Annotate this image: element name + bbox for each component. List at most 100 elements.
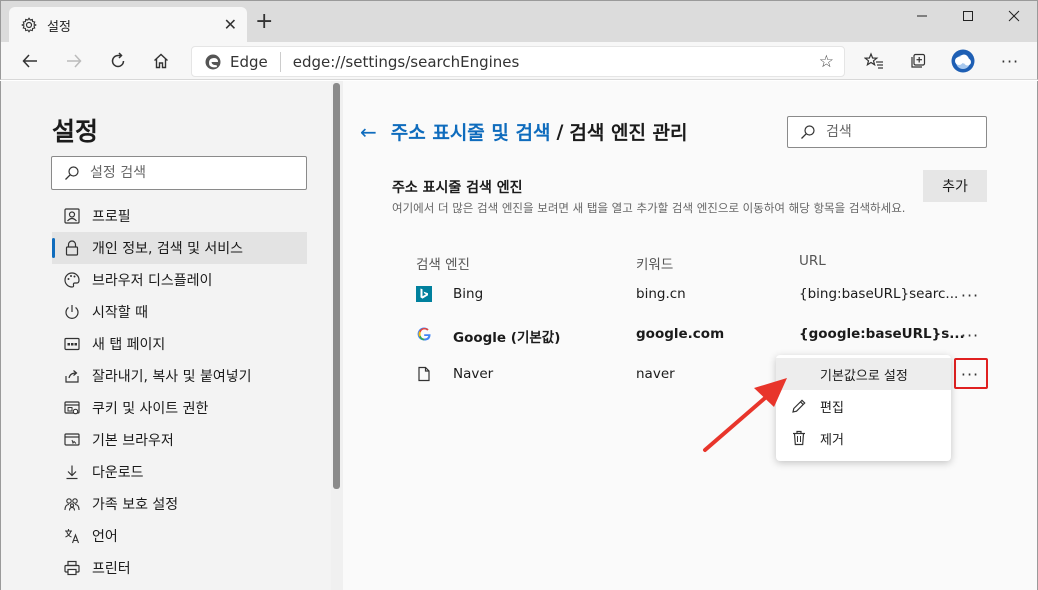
page-title: 검색 엔진 관리 — [569, 122, 688, 144]
sidebar-item-label: 다운로드 — [92, 465, 144, 481]
document-icon — [416, 366, 432, 382]
printer-icon — [62, 558, 82, 578]
pencil-icon — [790, 397, 808, 415]
refresh-button[interactable] — [103, 46, 133, 76]
sidebar-item-label: 브라우저 디스플레이 — [92, 273, 213, 289]
settings-search-box[interactable] — [51, 156, 307, 190]
engine-url: {bing:baseURL}searc... — [799, 286, 959, 302]
search-icon — [64, 165, 80, 181]
language-icon — [62, 526, 82, 546]
page-search-input[interactable] — [826, 124, 976, 140]
sidebar-item-label: 잘라내기, 복사 및 붙여넣기 — [92, 369, 252, 385]
search-icon — [800, 124, 816, 140]
more-options-button[interactable]: ··· — [955, 323, 985, 347]
collections-icon[interactable] — [903, 46, 933, 76]
menu-item-label: 편집 — [820, 400, 844, 416]
more-options-button[interactable]: ··· — [955, 283, 985, 307]
sidebar-item-on-startup[interactable]: 시작할 때 — [52, 296, 307, 328]
site-permissions-icon — [62, 398, 82, 418]
annotation-highlight-box — [954, 358, 988, 389]
sidebar-item-label: 기본 브라우저 — [92, 433, 174, 449]
breadcrumb-parent-link[interactable]: 주소 표시줄 및 검색 — [391, 118, 551, 145]
column-header-keyword: 키워드 — [636, 257, 674, 273]
sidebar-item-share-copy-paste[interactable]: 잘라내기, 복사 및 붙여넣기 — [52, 360, 307, 392]
favorites-icon[interactable] — [859, 46, 889, 76]
profile-icon — [62, 206, 82, 226]
sidebar-item-family-safety[interactable]: 가족 보호 설정 — [52, 488, 307, 520]
back-arrow-icon[interactable]: ← — [360, 120, 377, 144]
settings-nav: 프로필 개인 정보, 검색 및 서비스 브라우저 디스플레이 시작할 때 새 탭… — [52, 200, 307, 584]
menu-item-edit[interactable]: 편집 — [776, 390, 951, 422]
sidebar-item-label: 시작할 때 — [92, 305, 148, 321]
sidebar-item-default-browser[interactable]: 기본 브라우저 — [52, 424, 307, 456]
address-bar[interactable]: Edge edge://settings/searchEngines ☆ — [191, 46, 845, 77]
sidebar-item-privacy[interactable]: 개인 정보, 검색 및 서비스 — [52, 232, 307, 264]
sidebar-scrollbar-thumb[interactable] — [333, 83, 340, 489]
sidebar-item-new-tab-page[interactable]: 새 탭 페이지 — [52, 328, 307, 360]
sidebar-item-profiles[interactable]: 프로필 — [52, 200, 307, 232]
trash-icon — [790, 429, 808, 447]
download-icon — [62, 462, 82, 482]
close-tab-icon[interactable]: ✕ — [224, 16, 237, 34]
column-header-url: URL — [799, 253, 826, 269]
back-button[interactable] — [15, 46, 45, 76]
profile-avatar[interactable] — [948, 46, 978, 76]
menu-item-label: 제거 — [820, 432, 844, 448]
section-description: 여기에서 더 많은 검색 엔진을 보려면 새 탭을 열고 추가할 검색 엔진으로… — [392, 201, 906, 215]
settings-search-input[interactable] — [90, 165, 290, 181]
engine-keyword: naver — [636, 366, 675, 382]
engine-name: Google (기본값) — [453, 330, 561, 346]
default-browser-icon — [62, 430, 82, 450]
context-menu: 기본값으로 설정 편집 제거 — [776, 355, 951, 461]
edge-logo-icon — [204, 53, 222, 71]
home-button[interactable] — [146, 46, 176, 76]
sidebar-item-appearance[interactable]: 브라우저 디스플레이 — [52, 264, 307, 296]
settings-more-button[interactable]: ··· — [995, 46, 1025, 76]
tab-title: 설정 — [47, 19, 71, 35]
sidebar-item-label: 개인 정보, 검색 및 서비스 — [92, 241, 244, 257]
minimize-button[interactable] — [899, 1, 945, 31]
new-tab-button[interactable]: + — [255, 11, 273, 33]
sidebar-item-languages[interactable]: 언어 — [52, 520, 307, 552]
power-icon — [62, 302, 82, 322]
gear-icon — [21, 17, 37, 33]
new-tab-page-icon — [62, 334, 82, 354]
section-title: 주소 표시줄 검색 엔진 — [392, 180, 523, 196]
title-bar: 설정 ✕ + — [0, 0, 1038, 43]
palette-icon — [62, 270, 82, 290]
add-search-engine-button[interactable]: 추가 — [923, 170, 987, 202]
menu-item-remove[interactable]: 제거 — [776, 422, 951, 454]
column-header-engine: 검색 엔진 — [416, 257, 470, 273]
page-search-box[interactable] — [787, 116, 987, 148]
sidebar-item-site-permissions[interactable]: 쿠키 및 사이트 권한 — [52, 392, 307, 424]
sidebar-item-label: 쿠키 및 사이트 권한 — [92, 401, 209, 417]
engine-keyword: bing.cn — [636, 286, 686, 302]
engine-url: {google:baseURL}s... — [799, 326, 965, 342]
url-text[interactable]: edge://settings/searchEngines — [293, 53, 520, 71]
forward-button[interactable] — [59, 46, 89, 76]
address-divider — [279, 51, 281, 72]
site-name: Edge — [230, 52, 268, 71]
maximize-button[interactable] — [945, 1, 991, 31]
browser-tab[interactable]: 설정 ✕ — [9, 7, 247, 43]
sidebar-item-label: 프린터 — [92, 561, 131, 577]
sidebar-item-label: 가족 보호 설정 — [92, 497, 179, 513]
engine-keyword: google.com — [636, 326, 725, 342]
lock-icon — [62, 238, 82, 258]
close-window-button[interactable] — [991, 1, 1037, 31]
sidebar-item-printers[interactable]: 프린터 — [52, 552, 307, 584]
settings-title: 설정 — [52, 117, 99, 146]
engine-name: Bing — [453, 286, 484, 302]
breadcrumb-separator: / — [556, 120, 564, 143]
sidebar-item-downloads[interactable]: 다운로드 — [52, 456, 307, 488]
share-icon — [62, 366, 82, 386]
google-icon — [416, 326, 432, 342]
breadcrumb: ← 주소 표시줄 및 검색 / 검색 엔진 관리 — [360, 118, 688, 145]
menu-item-label: 기본값으로 설정 — [820, 368, 908, 384]
menu-item-set-default[interactable]: 기본값으로 설정 — [776, 358, 951, 390]
sidebar-item-label: 언어 — [92, 529, 118, 545]
family-icon — [62, 494, 82, 514]
favorite-star-icon[interactable]: ☆ — [819, 52, 834, 72]
engine-name: Naver — [453, 366, 494, 382]
sidebar-item-label: 새 탭 페이지 — [92, 337, 166, 353]
